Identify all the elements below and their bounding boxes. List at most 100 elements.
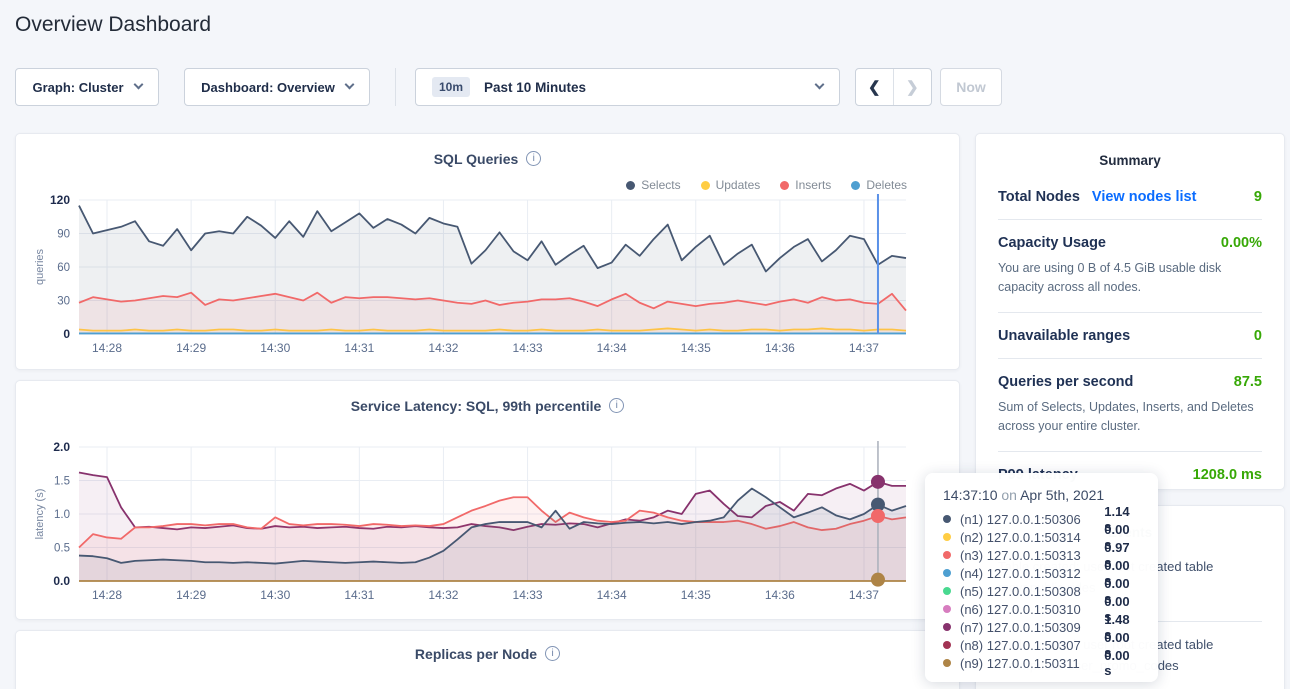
y-axis-title: latency (s) [34,489,46,540]
svg-text:14:32: 14:32 [428,341,458,355]
node-color-dot-icon [943,587,951,595]
controls-divider [395,68,396,106]
legend-item-inserts: Inserts [780,178,831,192]
sql-queries-plot[interactable]: 14:2814:2914:3014:3114:3214:3314:3414:35… [79,200,906,360]
selects-dot-icon [626,181,635,190]
info-icon[interactable] [526,151,541,166]
svg-text:14:33: 14:33 [513,341,543,355]
tooltip-header: 14:37:10 on Apr 5th, 2021 [943,487,1140,503]
svg-text:14:29: 14:29 [176,588,206,602]
time-range-dropdown[interactable]: 10m Past 10 Minutes [415,68,840,106]
next-time-button[interactable]: ❯ [894,69,932,105]
sql-queries-title: SQL Queries [434,151,519,167]
replicas-per-node-chart-panel: Replicas per Node [15,630,960,689]
node-color-dot-icon [943,533,951,541]
tooltip-date: Apr 5th, 2021 [1020,487,1104,503]
sql-queries-chart-panel: SQL Queries Selects Updates Inserts Dele… [15,133,960,370]
node-address: (n2) 127.0.0.1:50314 [960,530,1104,545]
svg-text:14:37: 14:37 [849,588,879,602]
svg-text:30: 30 [57,296,70,308]
legend-item-selects: Selects [626,178,680,192]
updates-dot-icon [701,181,710,190]
chart-title-row: Replicas per Node [16,645,959,663]
unavailable-ranges-label: Unavailable ranges [998,328,1130,344]
inserts-dot-icon [780,181,789,190]
svg-text:14:30: 14:30 [260,341,290,355]
dashboard-dropdown-label: Dashboard: Overview [201,80,335,95]
svg-text:0.5: 0.5 [54,543,70,555]
svg-text:14:34: 14:34 [597,588,627,602]
svg-text:90: 90 [57,229,70,241]
view-nodes-list-link[interactable]: View nodes list [1092,189,1197,205]
capacity-usage-description: You are using 0 B of 4.5 GiB usable disk… [998,259,1262,298]
svg-text:14:31: 14:31 [344,341,374,355]
summary-row-capacity: Capacity Usage 0.00% You are using 0 B o… [998,220,1262,313]
qps-value: 87.5 [1234,374,1262,390]
prev-time-button[interactable]: ❮ [856,69,894,105]
replicas-per-node-title: Replicas per Node [415,646,537,662]
legend-label: Updates [716,178,761,192]
svg-text:14:31: 14:31 [344,588,374,602]
svg-text:1.0: 1.0 [54,509,70,521]
y-axis-title: queries [34,249,46,285]
svg-text:1.5: 1.5 [54,476,70,488]
info-icon[interactable] [609,398,624,413]
graph-dropdown[interactable]: Graph: Cluster [15,68,159,106]
node-address: (n8) 127.0.0.1:50307 [960,638,1104,653]
svg-text:14:29: 14:29 [176,341,206,355]
node-latency-value: 0.00 s [1104,648,1140,678]
unavailable-ranges-value: 0 [1254,328,1262,344]
overview-dashboard-page: Overview Dashboard Graph: Cluster Dashbo… [0,0,1290,689]
legend-item-deletes: Deletes [851,178,907,192]
time-step-buttons: ❮ ❯ [855,68,932,106]
qps-description: Sum of Selects, Updates, Inserts, and De… [998,398,1262,437]
service-latency-plot[interactable]: 14:28 14:29 14:30 14:31 14:32 14:33 14:34 14:35… [79,447,906,607]
dashboard-dropdown[interactable]: Dashboard: Overview [184,68,370,106]
now-button[interactable]: Now [940,68,1002,106]
node-color-dot-icon [943,659,951,667]
node-address: (n9) 127.0.0.1:50311 [960,656,1104,671]
svg-text:0: 0 [63,327,70,341]
total-nodes-label: Total Nodes [998,189,1080,205]
deletes-dot-icon [851,181,860,190]
node-color-dot-icon [943,515,951,523]
service-latency-chart-panel: Service Latency: SQL, 99th percentile la… [15,380,960,620]
node-address: (n4) 127.0.0.1:50312 [960,566,1104,581]
node-address: (n1) 127.0.0.1:50306 [960,512,1104,527]
node-address: (n5) 127.0.0.1:50308 [960,584,1104,599]
summary-row-unavailable-ranges: Unavailable ranges 0 [998,313,1262,359]
time-range-label: Past 10 Minutes [484,80,586,95]
chevron-down-icon [133,80,143,90]
svg-text:14:36: 14:36 [765,588,795,602]
service-latency-title: Service Latency: SQL, 99th percentile [351,398,602,414]
node-color-dot-icon [943,569,951,577]
node-address: (n6) 127.0.0.1:50310 [960,602,1104,617]
node-color-dot-icon [943,605,951,613]
svg-text:0.0: 0.0 [53,574,70,588]
capacity-usage-value: 0.00% [1221,235,1262,251]
summary-row-qps: Queries per second 87.5 Sum of Selects, … [998,359,1262,452]
chevron-down-icon [344,80,354,90]
time-range-badge: 10m [432,77,470,97]
page-title: Overview Dashboard [15,13,211,37]
node-color-dot-icon [943,551,951,559]
summary-rows: Total Nodes View nodes list 9 Capacity U… [976,168,1284,497]
svg-text:14:33: 14:33 [513,588,543,602]
chevron-down-icon [815,80,825,90]
legend-label: Inserts [795,178,831,192]
chart-hover-tooltip: 14:37:10 on Apr 5th, 2021 (n1) 127.0.0.1… [925,473,1158,682]
tooltip-conjunction: on [1001,487,1017,503]
svg-text:14:37: 14:37 [849,341,879,355]
svg-text:14:35: 14:35 [681,588,711,602]
chart-title-row: Service Latency: SQL, 99th percentile [16,397,959,415]
svg-text:14:28: 14:28 [92,588,122,602]
summary-panel: Summary Total Nodes View nodes list 9 Ca… [975,133,1285,490]
node-color-dot-icon [943,641,951,649]
dashboard-controls: Graph: Cluster Dashboard: Overview 10m P… [15,68,1275,106]
info-icon[interactable] [545,646,560,661]
chart-title-row: SQL Queries [16,150,959,168]
svg-text:14:30: 14:30 [260,588,290,602]
svg-text:14:36: 14:36 [765,341,795,355]
svg-text:14:32: 14:32 [428,588,458,602]
graph-dropdown-label: Graph: Cluster [32,80,123,95]
